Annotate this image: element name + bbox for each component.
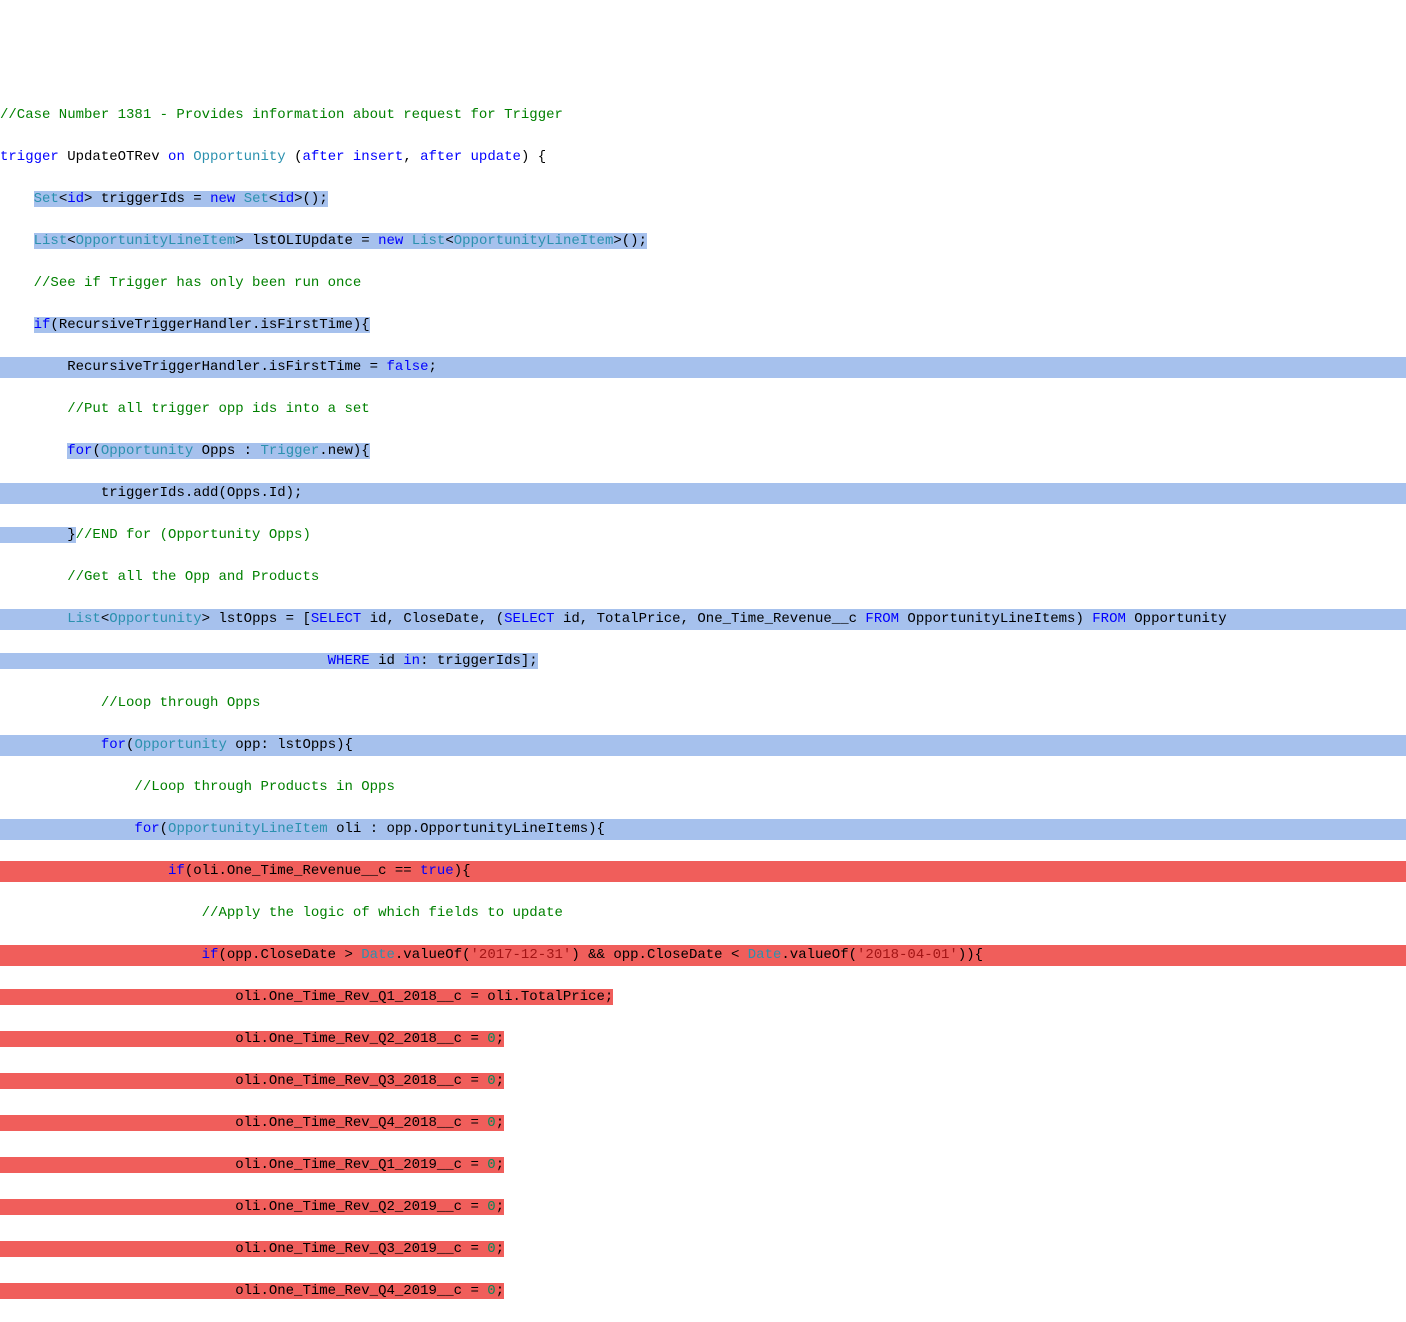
- code-line: oli.One_Time_Rev_Q1_2018__c = oli.TotalP…: [0, 987, 1406, 1008]
- code-line: //Apply the logic of which fields to upd…: [0, 903, 1406, 924]
- code-line: triggerIds.add(Opps.Id);: [0, 483, 1406, 504]
- code-line: //Loop through Opps: [0, 693, 1406, 714]
- code-line: for(OpportunityLineItem oli : opp.Opport…: [0, 819, 1406, 840]
- code-line: List<Opportunity> lstOpps = [SELECT id, …: [0, 609, 1406, 630]
- code-line: oli.One_Time_Rev_Q2_2019__c = 0;: [0, 1197, 1406, 1218]
- code-line: //Get all the Opp and Products: [0, 567, 1406, 588]
- code-line: //Case Number 1381 - Provides informatio…: [0, 105, 1406, 126]
- code-line: //Put all trigger opp ids into a set: [0, 399, 1406, 420]
- code-line: for(Opportunity Opps : Trigger.new){: [0, 441, 1406, 462]
- code-line: oli.One_Time_Rev_Q3_2018__c = 0;: [0, 1071, 1406, 1092]
- code-line: trigger UpdateOTRev on Opportunity (afte…: [0, 147, 1406, 168]
- code-line: if(opp.CloseDate > Date.valueOf('2017-12…: [0, 945, 1406, 966]
- code-line: oli.One_Time_Rev_Q3_2019__c = 0;: [0, 1239, 1406, 1260]
- code-line: List<OpportunityLineItem> lstOLIUpdate =…: [0, 231, 1406, 252]
- code-line: oli.One_Time_Rev_Q1_2019__c = 0;: [0, 1155, 1406, 1176]
- code-line: oli.One_Time_Rev_Q2_2018__c = 0;: [0, 1029, 1406, 1050]
- code-line: RecursiveTriggerHandler.isFirstTime = fa…: [0, 357, 1406, 378]
- code-line: WHERE id in: triggerIds];: [0, 651, 1406, 672]
- code-line: oli.One_Time_Rev_Q4_2019__c = 0;: [0, 1281, 1406, 1302]
- code-line: Set<id> triggerIds = new Set<id>();: [0, 189, 1406, 210]
- code-line: if(RecursiveTriggerHandler.isFirstTime){: [0, 315, 1406, 336]
- code-line: //See if Trigger has only been run once: [0, 273, 1406, 294]
- code-line: oli.One_Time_Rev_Q4_2018__c = 0;: [0, 1113, 1406, 1134]
- code-editor[interactable]: //Case Number 1381 - Provides informatio…: [0, 84, 1406, 1322]
- code-line: if(oli.One_Time_Revenue__c == true){: [0, 861, 1406, 882]
- code-line: //Loop through Products in Opps: [0, 777, 1406, 798]
- code-line: for(Opportunity opp: lstOpps){: [0, 735, 1406, 756]
- code-line: }//END for (Opportunity Opps): [0, 525, 1406, 546]
